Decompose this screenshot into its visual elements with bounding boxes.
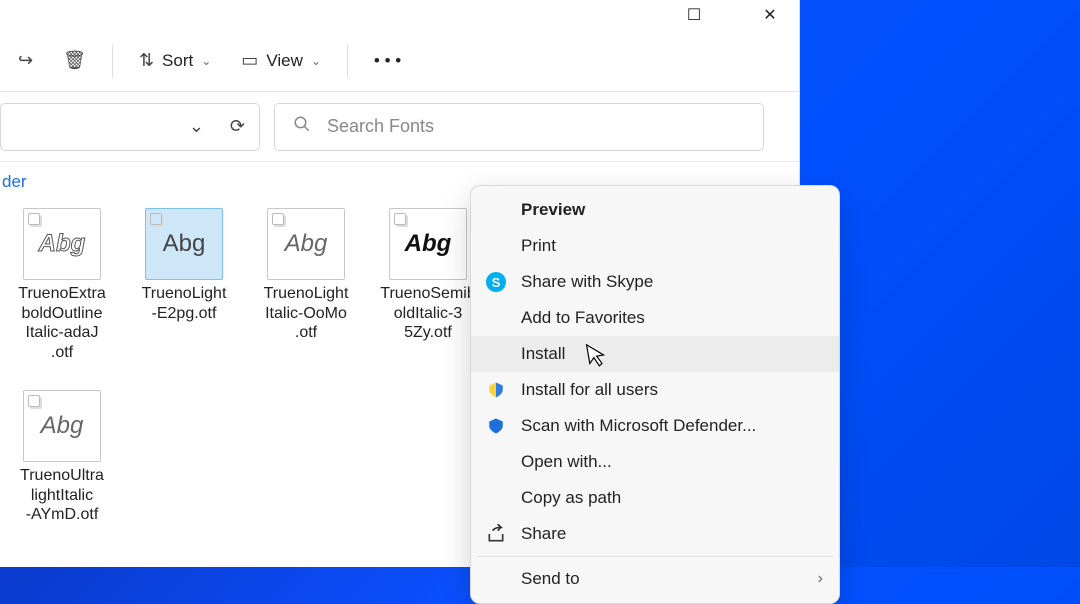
defender-shield-icon <box>485 415 507 437</box>
font-thumbnail: Abg <box>23 390 101 462</box>
context-menu-item[interactable]: Send to › <box>471 561 839 597</box>
file-name: TruenoSemib oldItalic-3 5Zy.otf <box>380 284 475 343</box>
chevron-down-icon: ⌄ <box>201 54 211 68</box>
file-item[interactable]: AbgTruenoUltra lightItalic -AYmD.otf <box>10 390 114 525</box>
file-item[interactable]: AbgTruenoLight Italic-OoMo .otf <box>254 208 358 362</box>
chevron-down-icon[interactable]: ⌄ <box>189 116 204 137</box>
more-button[interactable]: • • • <box>362 40 413 82</box>
menu-item-label: Print <box>521 236 556 256</box>
menu-item-label: Install for all users <box>521 380 658 400</box>
context-menu-item[interactable]: Scan with Microsoft Defender... <box>471 408 839 444</box>
skype-icon: S <box>485 271 507 293</box>
context-menu-item[interactable]: Install <box>471 336 839 372</box>
shield-icon <box>485 379 507 401</box>
view-dropdown[interactable]: ▭ View ⌄ <box>229 40 333 82</box>
font-thumbnail: Abg <box>23 208 101 280</box>
file-item[interactable]: AbgTruenoExtra boldOutline Italic-adaJ .… <box>10 208 114 362</box>
menu-item-label: Share <box>521 524 566 544</box>
search-placeholder: Search Fonts <box>327 116 434 137</box>
context-menu-item[interactable]: Preview <box>471 192 839 228</box>
menu-item-label: Add to Favorites <box>521 308 645 328</box>
context-menu-item[interactable]: Add to Favorites <box>471 300 839 336</box>
toolbar: ↪ 🗑 ⇅ Sort ⌄ ▭ View ⌄ • • • <box>0 30 799 92</box>
menu-item-label: Install <box>521 344 565 364</box>
view-label: View <box>266 51 303 71</box>
file-name: TruenoExtra boldOutline Italic-adaJ .otf <box>18 284 105 362</box>
sort-label: Sort <box>162 51 193 71</box>
delete-button[interactable]: 🗑 <box>51 40 98 82</box>
menu-item-label: Preview <box>521 200 585 220</box>
context-menu: Preview Print S Share with Skype Add to Favo… <box>470 185 840 604</box>
trash-icon: 🗑 <box>63 50 86 71</box>
font-thumbnail: Abg <box>389 208 467 280</box>
file-name: TruenoLight Italic-OoMo .otf <box>264 284 349 343</box>
separator <box>347 44 348 78</box>
menu-item-label: Scan with Microsoft Defender... <box>521 416 756 436</box>
context-menu-item[interactable]: Share <box>471 516 839 552</box>
file-item[interactable]: Abg TruenoLight -E2pg.otf <box>132 208 236 362</box>
maximize-button[interactable]: ☐ <box>671 0 717 30</box>
context-menu-item[interactable]: Print <box>471 228 839 264</box>
share-button[interactable]: ↪ <box>6 40 45 82</box>
share-icon: ↪ <box>18 50 33 71</box>
titlebar: ☐ ✕ <box>0 0 799 30</box>
separator <box>112 44 113 78</box>
ellipsis-icon: • • • <box>374 51 401 71</box>
chevron-down-icon: ⌄ <box>311 54 321 68</box>
close-button[interactable]: ✕ <box>747 0 793 30</box>
context-menu-item[interactable]: Open with... <box>471 444 839 480</box>
menu-item-label: Send to <box>521 569 580 589</box>
address-row: ⌄ ⟳ Search Fonts <box>0 92 799 162</box>
search-icon <box>293 115 311 138</box>
menu-item-label: Copy as path <box>521 488 621 508</box>
refresh-icon[interactable]: ⟳ <box>230 116 245 137</box>
context-menu-item[interactable]: S Share with Skype <box>471 264 839 300</box>
font-thumbnail: Abg <box>267 208 345 280</box>
file-name: TruenoUltra lightItalic -AYmD.otf <box>20 466 104 525</box>
sort-dropdown[interactable]: ⇅ Sort ⌄ <box>127 40 223 82</box>
chevron-right-icon: › <box>818 570 823 588</box>
address-bar[interactable]: ⌄ ⟳ <box>0 103 260 151</box>
context-menu-item[interactable]: Install for all users <box>471 372 839 408</box>
share-arrow-icon <box>485 523 507 545</box>
context-menu-item[interactable]: Copy as path <box>471 480 839 516</box>
font-thumbnail: Abg <box>145 208 223 280</box>
search-input[interactable]: Search Fonts <box>274 103 764 151</box>
menu-item-label: Open with... <box>521 452 612 472</box>
menu-separator <box>477 556 833 557</box>
file-item[interactable]: AbgTruenoSemib oldItalic-3 5Zy.otf <box>376 208 480 362</box>
file-name: TruenoLight -E2pg.otf <box>142 284 227 323</box>
sort-icon: ⇅ <box>139 50 154 71</box>
view-icon: ▭ <box>241 50 258 71</box>
menu-item-label: Share with Skype <box>521 272 653 292</box>
